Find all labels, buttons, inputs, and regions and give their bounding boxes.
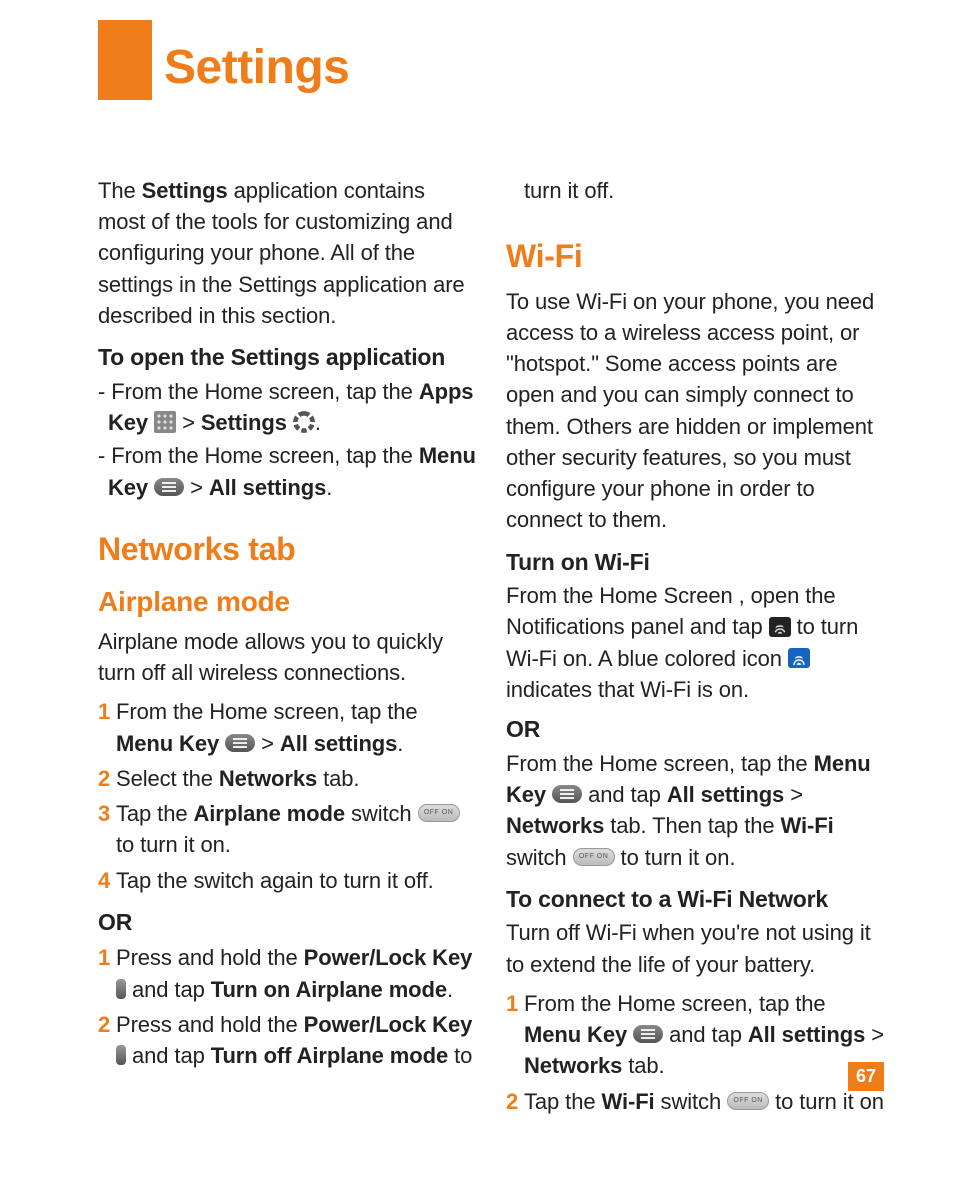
- power-lock-key-icon: [116, 1045, 126, 1065]
- airplane-step-1: 1 From the Home screen, tap the Menu Key…: [98, 696, 476, 758]
- header-accent-tab: [98, 20, 152, 100]
- menu-key-icon: [154, 478, 184, 496]
- intro-paragraph: The Settings application contains most o…: [98, 175, 476, 331]
- wifi-or-paragraph: From the Home screen, tap the Menu Key a…: [506, 748, 884, 873]
- page-title: Settings: [164, 40, 349, 95]
- apps-key-icon: [154, 411, 176, 433]
- networks-tab-heading: Networks tab: [98, 527, 476, 572]
- airplane-mode-heading: Airplane mode: [98, 582, 476, 622]
- menu-key-icon: [552, 785, 582, 803]
- airplane-step-4: 4 Tap the switch again to turn it off.: [98, 865, 476, 896]
- wifi-on-icon: [788, 648, 810, 668]
- or-label-2: OR: [506, 713, 884, 746]
- wifi-intro: To use Wi-Fi on your phone, you need acc…: [506, 286, 884, 536]
- menu-key-icon: [633, 1025, 663, 1043]
- toggle-switch-icon: OFF ON: [727, 1092, 769, 1110]
- right-column: turn it off. Wi-Fi To use Wi-Fi on your …: [506, 175, 884, 1117]
- left-column: The Settings application contains most o…: [98, 175, 476, 1117]
- connect-step-1: 1 From the Home screen, tap the Menu Key…: [506, 988, 884, 1082]
- connect-wifi-heading: To connect to a Wi-Fi Network: [506, 883, 884, 916]
- connect-step-2: 2 Tap the Wi-Fi switch OFF ON to turn it…: [506, 1086, 884, 1117]
- airplane-alt-step-1: 1 Press and hold the Power/Lock Key and …: [98, 942, 476, 1004]
- airplane-alt-step-2: 2 Press and hold the Power/Lock Key and …: [98, 1009, 476, 1071]
- connect-intro: Turn off Wi-Fi when you're not using it …: [506, 917, 884, 979]
- turn-on-wifi-body: From the Home Screen , open the Notifica…: [506, 580, 884, 705]
- airplane-intro: Airplane mode allows you to quickly turn…: [98, 626, 476, 688]
- open-settings-heading: To open the Settings application: [98, 341, 476, 374]
- menu-key-icon: [225, 734, 255, 752]
- page-number: 67: [848, 1062, 884, 1091]
- turn-on-wifi-heading: Turn on Wi-Fi: [506, 546, 884, 579]
- wifi-off-icon: [769, 617, 791, 637]
- open-step-1: - From the Home screen, tap the Apps Key…: [98, 376, 476, 438]
- airplane-continuation: turn it off.: [506, 175, 884, 206]
- power-lock-key-icon: [116, 979, 126, 999]
- airplane-step-2: 2 Select the Networks tab.: [98, 763, 476, 794]
- toggle-switch-icon: OFF ON: [418, 804, 460, 822]
- open-step-2: - From the Home screen, tap the Menu Key…: [98, 440, 476, 502]
- wifi-heading: Wi-Fi: [506, 234, 884, 279]
- or-label-1: OR: [98, 906, 476, 939]
- toggle-switch-icon: OFF ON: [573, 848, 615, 866]
- settings-gear-icon: [293, 411, 315, 433]
- airplane-step-3: 3 Tap the Airplane mode switch OFF ON to…: [98, 798, 476, 860]
